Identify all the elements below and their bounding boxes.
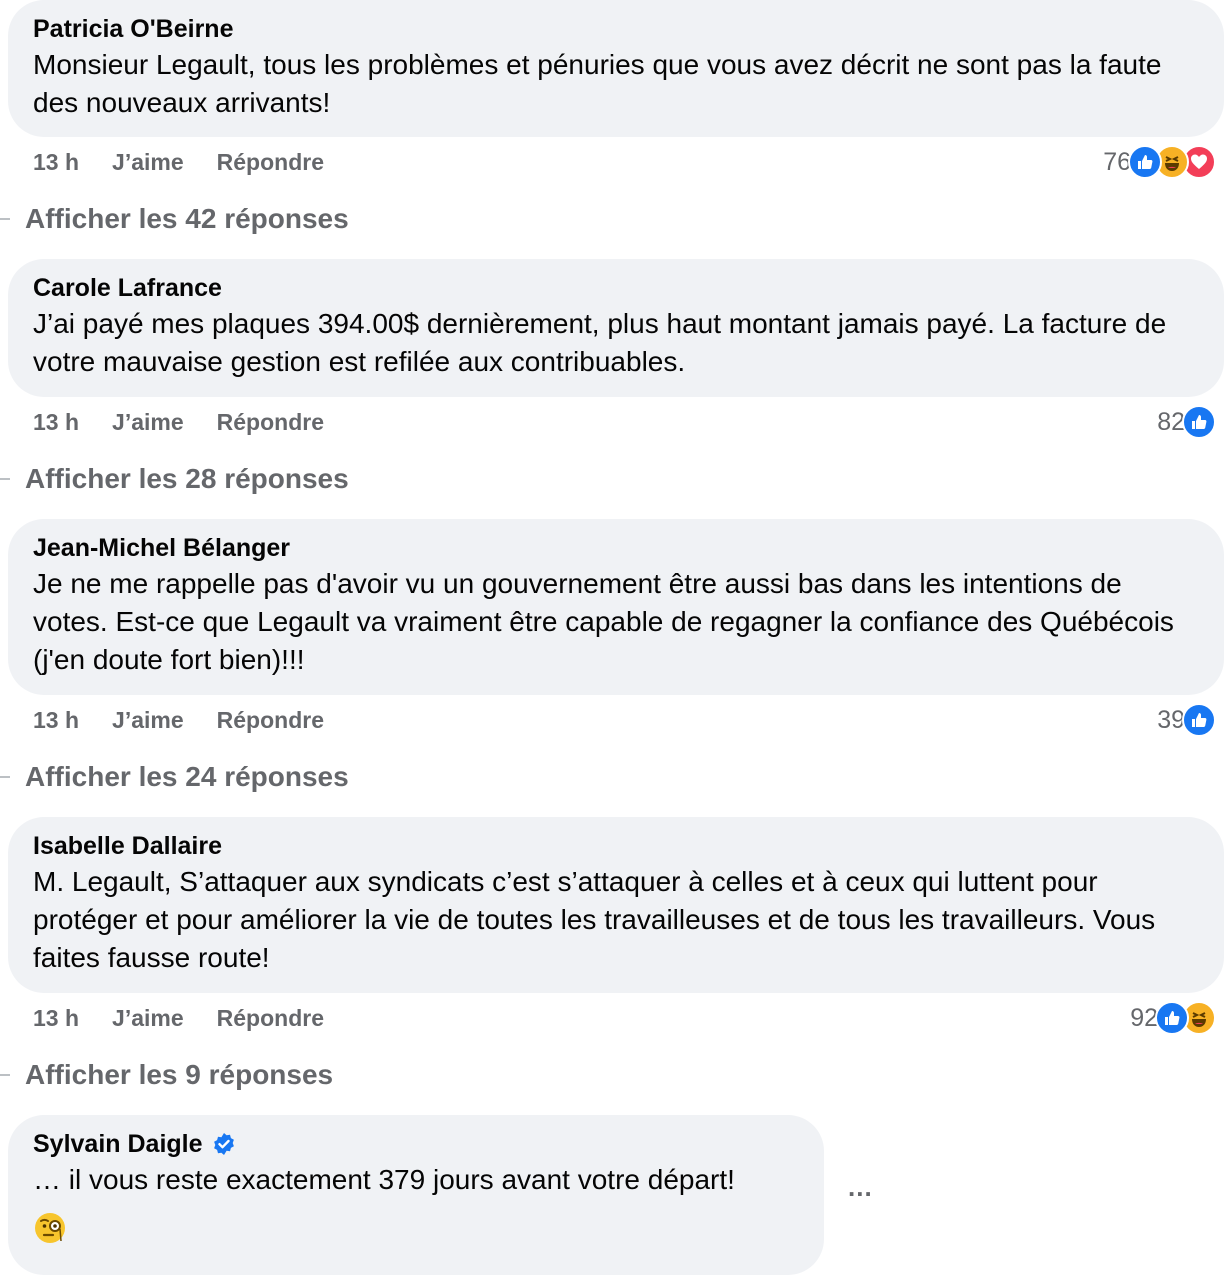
- like-button[interactable]: J’aime: [112, 1005, 184, 1032]
- like-icon: [1182, 703, 1216, 737]
- comment-bubble: Sylvain Daigle … il vous reste exactemen…: [8, 1115, 824, 1275]
- reaction-count: 39: [1157, 705, 1185, 734]
- reaction-count: 82: [1157, 407, 1185, 436]
- comment-text: Je ne me rappelle pas d'avoir vu un gouv…: [33, 568, 1174, 675]
- thread-line: [0, 478, 10, 480]
- reaction-count: 76: [1103, 147, 1131, 176]
- reply-button[interactable]: Répondre: [217, 149, 324, 176]
- comment-author[interactable]: Jean-Michel Bélanger: [33, 532, 1200, 564]
- reaction-summary[interactable]: 39: [1157, 702, 1216, 738]
- reply-button[interactable]: Répondre: [217, 409, 324, 436]
- thread-line: [0, 218, 10, 220]
- like-button[interactable]: J’aime: [112, 149, 184, 176]
- comment-bubble: Isabelle Dallaire M. Legault, S’attaquer…: [8, 817, 1224, 993]
- view-replies-label: Afficher les 28 réponses: [25, 463, 349, 494]
- comment-timestamp[interactable]: 13 h: [33, 409, 79, 436]
- view-replies-link[interactable]: Afficher les 42 réponses: [0, 201, 349, 237]
- comment-text: M. Legault, S’attaquer aux syndicats c’e…: [33, 866, 1156, 973]
- thread-line: [0, 776, 10, 778]
- comment-author[interactable]: Patricia O'Beirne: [33, 13, 1200, 45]
- view-replies-label: Afficher les 42 réponses: [25, 203, 349, 234]
- reply-button[interactable]: Répondre: [217, 1005, 324, 1032]
- view-replies-link[interactable]: Afficher les 9 réponses: [0, 1057, 333, 1093]
- reaction-count: 92: [1130, 1003, 1158, 1032]
- comment-text: … il vous reste exactement 379 jours ava…: [33, 1164, 735, 1195]
- face-with-monocle-icon: [33, 1211, 800, 1247]
- reaction-summary[interactable]: 82: [1157, 404, 1216, 440]
- comment-timestamp[interactable]: 13 h: [33, 707, 79, 734]
- like-icon: [1155, 1001, 1189, 1035]
- comment-author[interactable]: Isabelle Dallaire: [33, 830, 1200, 862]
- view-replies-link[interactable]: Afficher les 24 réponses: [0, 759, 349, 795]
- view-replies-link[interactable]: Afficher les 28 réponses: [0, 461, 349, 497]
- comment-text: Monsieur Legault, tous les problèmes et …: [33, 49, 1162, 118]
- like-button[interactable]: J’aime: [112, 707, 184, 734]
- like-icon: [1128, 145, 1162, 179]
- comment-bubble: Carole Lafrance J’ai payé mes plaques 39…: [8, 259, 1224, 397]
- reaction-summary[interactable]: 76: [1103, 144, 1216, 180]
- verified-badge-icon: [212, 1132, 236, 1156]
- comment-text: J’ai payé mes plaques 394.00$ dernièreme…: [33, 308, 1167, 377]
- comment-timestamp[interactable]: 13 h: [33, 149, 79, 176]
- like-icon: [1182, 405, 1216, 439]
- view-replies-label: Afficher les 9 réponses: [25, 1059, 334, 1090]
- comment-actions: 13 h J’aime Répondre: [33, 702, 324, 738]
- thread-line: [0, 1074, 10, 1076]
- like-button[interactable]: J’aime: [112, 409, 184, 436]
- comment-actions: 13 h J’aime Répondre: [33, 144, 324, 180]
- comment-bubble: Patricia O'Beirne Monsieur Legault, tous…: [8, 0, 1224, 137]
- comment-actions: 13 h J’aime Répondre: [33, 404, 324, 440]
- comment-author-name: Sylvain Daigle: [33, 1130, 203, 1158]
- comment-bubble: Jean-Michel Bélanger Je ne me rappelle p…: [8, 519, 1224, 695]
- comment-timestamp[interactable]: 13 h: [33, 1005, 79, 1032]
- reaction-summary[interactable]: 92: [1130, 1000, 1216, 1036]
- more-options-button[interactable]: ...: [848, 1172, 873, 1203]
- reply-button[interactable]: Répondre: [217, 707, 324, 734]
- comment-author[interactable]: Carole Lafrance: [33, 272, 1200, 304]
- comment-actions: 13 h J’aime Répondre: [33, 1000, 324, 1036]
- comment-author[interactable]: Sylvain Daigle: [33, 1128, 800, 1160]
- view-replies-label: Afficher les 24 réponses: [25, 761, 349, 792]
